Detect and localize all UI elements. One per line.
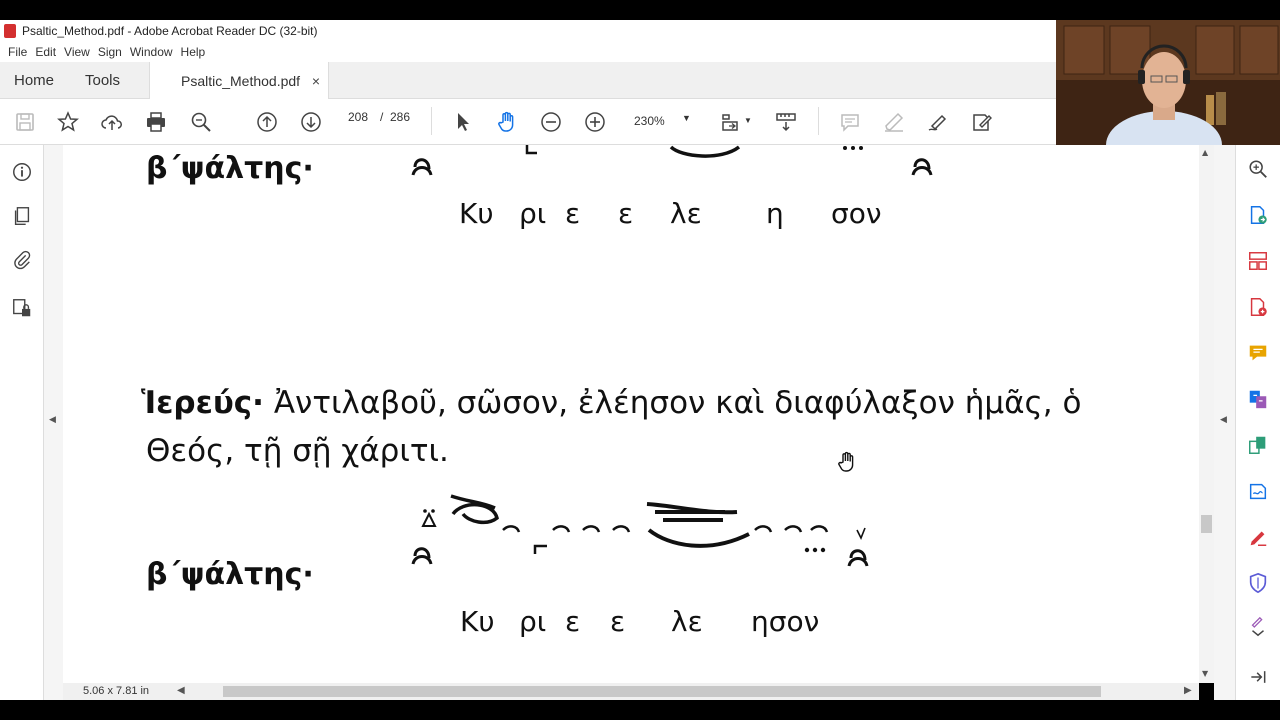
close-tab-icon[interactable]: × <box>312 73 320 89</box>
syllable-1-3: ε <box>565 197 581 230</box>
scroll-down-arrow-icon[interactable]: ▼ <box>1202 669 1208 678</box>
current-page-input[interactable]: 208 <box>348 110 368 124</box>
fit-dropdown-arrow-icon[interactable]: ▼ <box>744 116 752 125</box>
fit-page-icon[interactable] <box>716 107 746 137</box>
menu-window[interactable]: Window <box>130 45 173 59</box>
tab-bar: Home Tools Psaltic_Method.pdf × <box>0 62 1056 100</box>
zoom-level-dropdown[interactable]: 230% <box>634 114 665 128</box>
upload-cloud-icon[interactable] <box>97 107 127 137</box>
search-zoom-icon[interactable] <box>1246 157 1270 181</box>
zoom-in-icon[interactable] <box>580 107 610 137</box>
scroll-left-arrow-icon[interactable]: ◀ <box>177 685 185 696</box>
priest-line-2: Θεός, τῇ σῇ χάριτι. <box>146 433 449 469</box>
menu-bar: File Edit View Sign Window Help <box>0 42 1056 62</box>
syllable-1-4: ε <box>618 197 634 230</box>
syllable-2-3: ε <box>565 605 581 638</box>
syllable-1-1: Κυ <box>459 197 494 230</box>
neume-notation-bottom <box>411 494 869 567</box>
syllable-2-6: ησον <box>751 605 820 638</box>
page-separator: / <box>380 110 384 124</box>
combine-files-icon[interactable] <box>1246 387 1270 411</box>
tab-home[interactable]: Home <box>14 62 54 99</box>
send-for-signature-icon[interactable] <box>1246 479 1270 503</box>
previous-page-icon[interactable] <box>252 107 282 137</box>
draw-freehand-icon[interactable] <box>923 107 953 137</box>
collapse-left-arrow-icon[interactable]: ◀ <box>49 415 56 425</box>
more-tools-icon[interactable] <box>1246 615 1270 639</box>
vertical-scroll-thumb[interactable] <box>1201 515 1212 533</box>
highlight-pen-icon[interactable] <box>879 107 909 137</box>
syllable-1-7: σον <box>831 197 882 230</box>
webcam-video-overlay <box>1056 20 1280 145</box>
syllable-1-6: η <box>766 197 784 230</box>
zoom-search-icon[interactable] <box>186 107 216 137</box>
menu-file[interactable]: File <box>8 45 27 59</box>
syllable-2-1: Κυ <box>460 605 495 638</box>
info-icon[interactable] <box>9 159 35 185</box>
fill-and-sign-pen-icon[interactable] <box>1246 525 1270 549</box>
syllable-2-5: λε <box>671 605 703 638</box>
scroll-up-arrow-icon[interactable]: ▲ <box>1202 148 1208 157</box>
pdf-app-icon <box>4 24 16 38</box>
save-icon[interactable] <box>10 107 40 137</box>
create-pdf-icon[interactable] <box>1246 295 1270 319</box>
speaker-label-2: β΄ψάλτης· <box>146 557 314 592</box>
collapse-tools-pane-icon[interactable] <box>1246 665 1270 689</box>
organize-pages-icon[interactable] <box>1246 249 1270 273</box>
menu-help[interactable]: Help <box>181 45 206 59</box>
syllable-2-4: ε <box>610 605 626 638</box>
neume-notation-top <box>411 145 933 176</box>
horizontal-scroll-thumb[interactable] <box>223 686 1101 697</box>
priest-speaker: Ἱερεύς· <box>141 385 264 421</box>
print-icon[interactable] <box>141 107 171 137</box>
vertical-scrollbar[interactable]: ▲ ▼ <box>1199 145 1214 683</box>
fill-sign-icon[interactable] <box>967 107 997 137</box>
menu-edit[interactable]: Edit <box>35 45 56 59</box>
zoom-dropdown-arrow-icon[interactable]: ▼ <box>682 113 691 123</box>
speaker-label-1: β΄ψάλτης· <box>146 151 314 186</box>
toolbar-divider-2 <box>818 107 819 135</box>
edit-pdf-icon[interactable] <box>1246 433 1270 457</box>
next-page-icon[interactable] <box>296 107 326 137</box>
priest-line-1: Ἱερεύς· Ἀντιλαβοῦ, σῶσον, ἐλέησον καὶ δι… <box>141 385 1081 421</box>
syllable-2-2: ρι <box>519 605 547 638</box>
export-pdf-icon[interactable] <box>1246 203 1270 227</box>
window-titlebar: Psaltic_Method.pdf - Adobe Acrobat Reade… <box>0 20 1056 42</box>
syllable-1-2: ρι <box>519 197 547 230</box>
select-arrow-icon[interactable] <box>448 107 478 137</box>
comment-icon[interactable] <box>835 107 865 137</box>
priest-text-1: Ἀντιλαβοῦ, σῶσον, ἐλέησον καὶ διαφύλαξον… <box>273 385 1082 421</box>
star-icon[interactable] <box>53 107 83 137</box>
security-lock-icon[interactable] <box>9 295 35 321</box>
right-pane-collapse-handle[interactable]: ◀ <box>1214 145 1235 700</box>
menu-view[interactable]: View <box>64 45 90 59</box>
comment-tool-icon[interactable] <box>1246 341 1270 365</box>
page-size-label: 5.06 x 7.81 in <box>83 685 150 697</box>
left-pane-collapse-handle[interactable]: ◀ <box>44 145 63 700</box>
page-thumbnails-icon[interactable] <box>9 203 35 229</box>
left-navigation-pane <box>0 145 44 700</box>
protect-shield-icon[interactable] <box>1246 571 1270 595</box>
bottom-black-bar <box>0 700 1280 720</box>
document-page[interactable]: β΄ψάλτης· Κυ ρι ε ε λε η σον Ἱερεύς· Ἀντ… <box>63 145 1199 683</box>
right-tools-pane <box>1235 145 1280 700</box>
top-black-bar <box>0 0 1056 20</box>
horizontal-scrollbar[interactable]: 5.06 x 7.81 in ◀ ▶ <box>63 683 1199 700</box>
attachments-paperclip-icon[interactable] <box>9 247 35 273</box>
hand-tool-icon[interactable] <box>492 107 522 137</box>
scroll-mode-icon[interactable] <box>771 107 801 137</box>
scroll-right-arrow-icon[interactable]: ▶ <box>1184 685 1192 696</box>
hand-cursor-icon <box>838 451 854 472</box>
toolbar-divider <box>431 107 432 135</box>
menu-sign[interactable]: Sign <box>98 45 122 59</box>
syllable-1-5: λε <box>670 197 702 230</box>
total-pages: 286 <box>390 110 411 124</box>
zoom-out-icon[interactable] <box>536 107 566 137</box>
tab-document-label: Psaltic_Method.pdf <box>181 73 301 89</box>
window-title: Psaltic_Method.pdf - Adobe Acrobat Reade… <box>22 24 318 38</box>
tab-document[interactable]: Psaltic_Method.pdf × <box>149 62 329 100</box>
collapse-right-arrow-icon[interactable]: ◀ <box>1220 415 1227 425</box>
tab-tools[interactable]: Tools <box>85 62 120 99</box>
